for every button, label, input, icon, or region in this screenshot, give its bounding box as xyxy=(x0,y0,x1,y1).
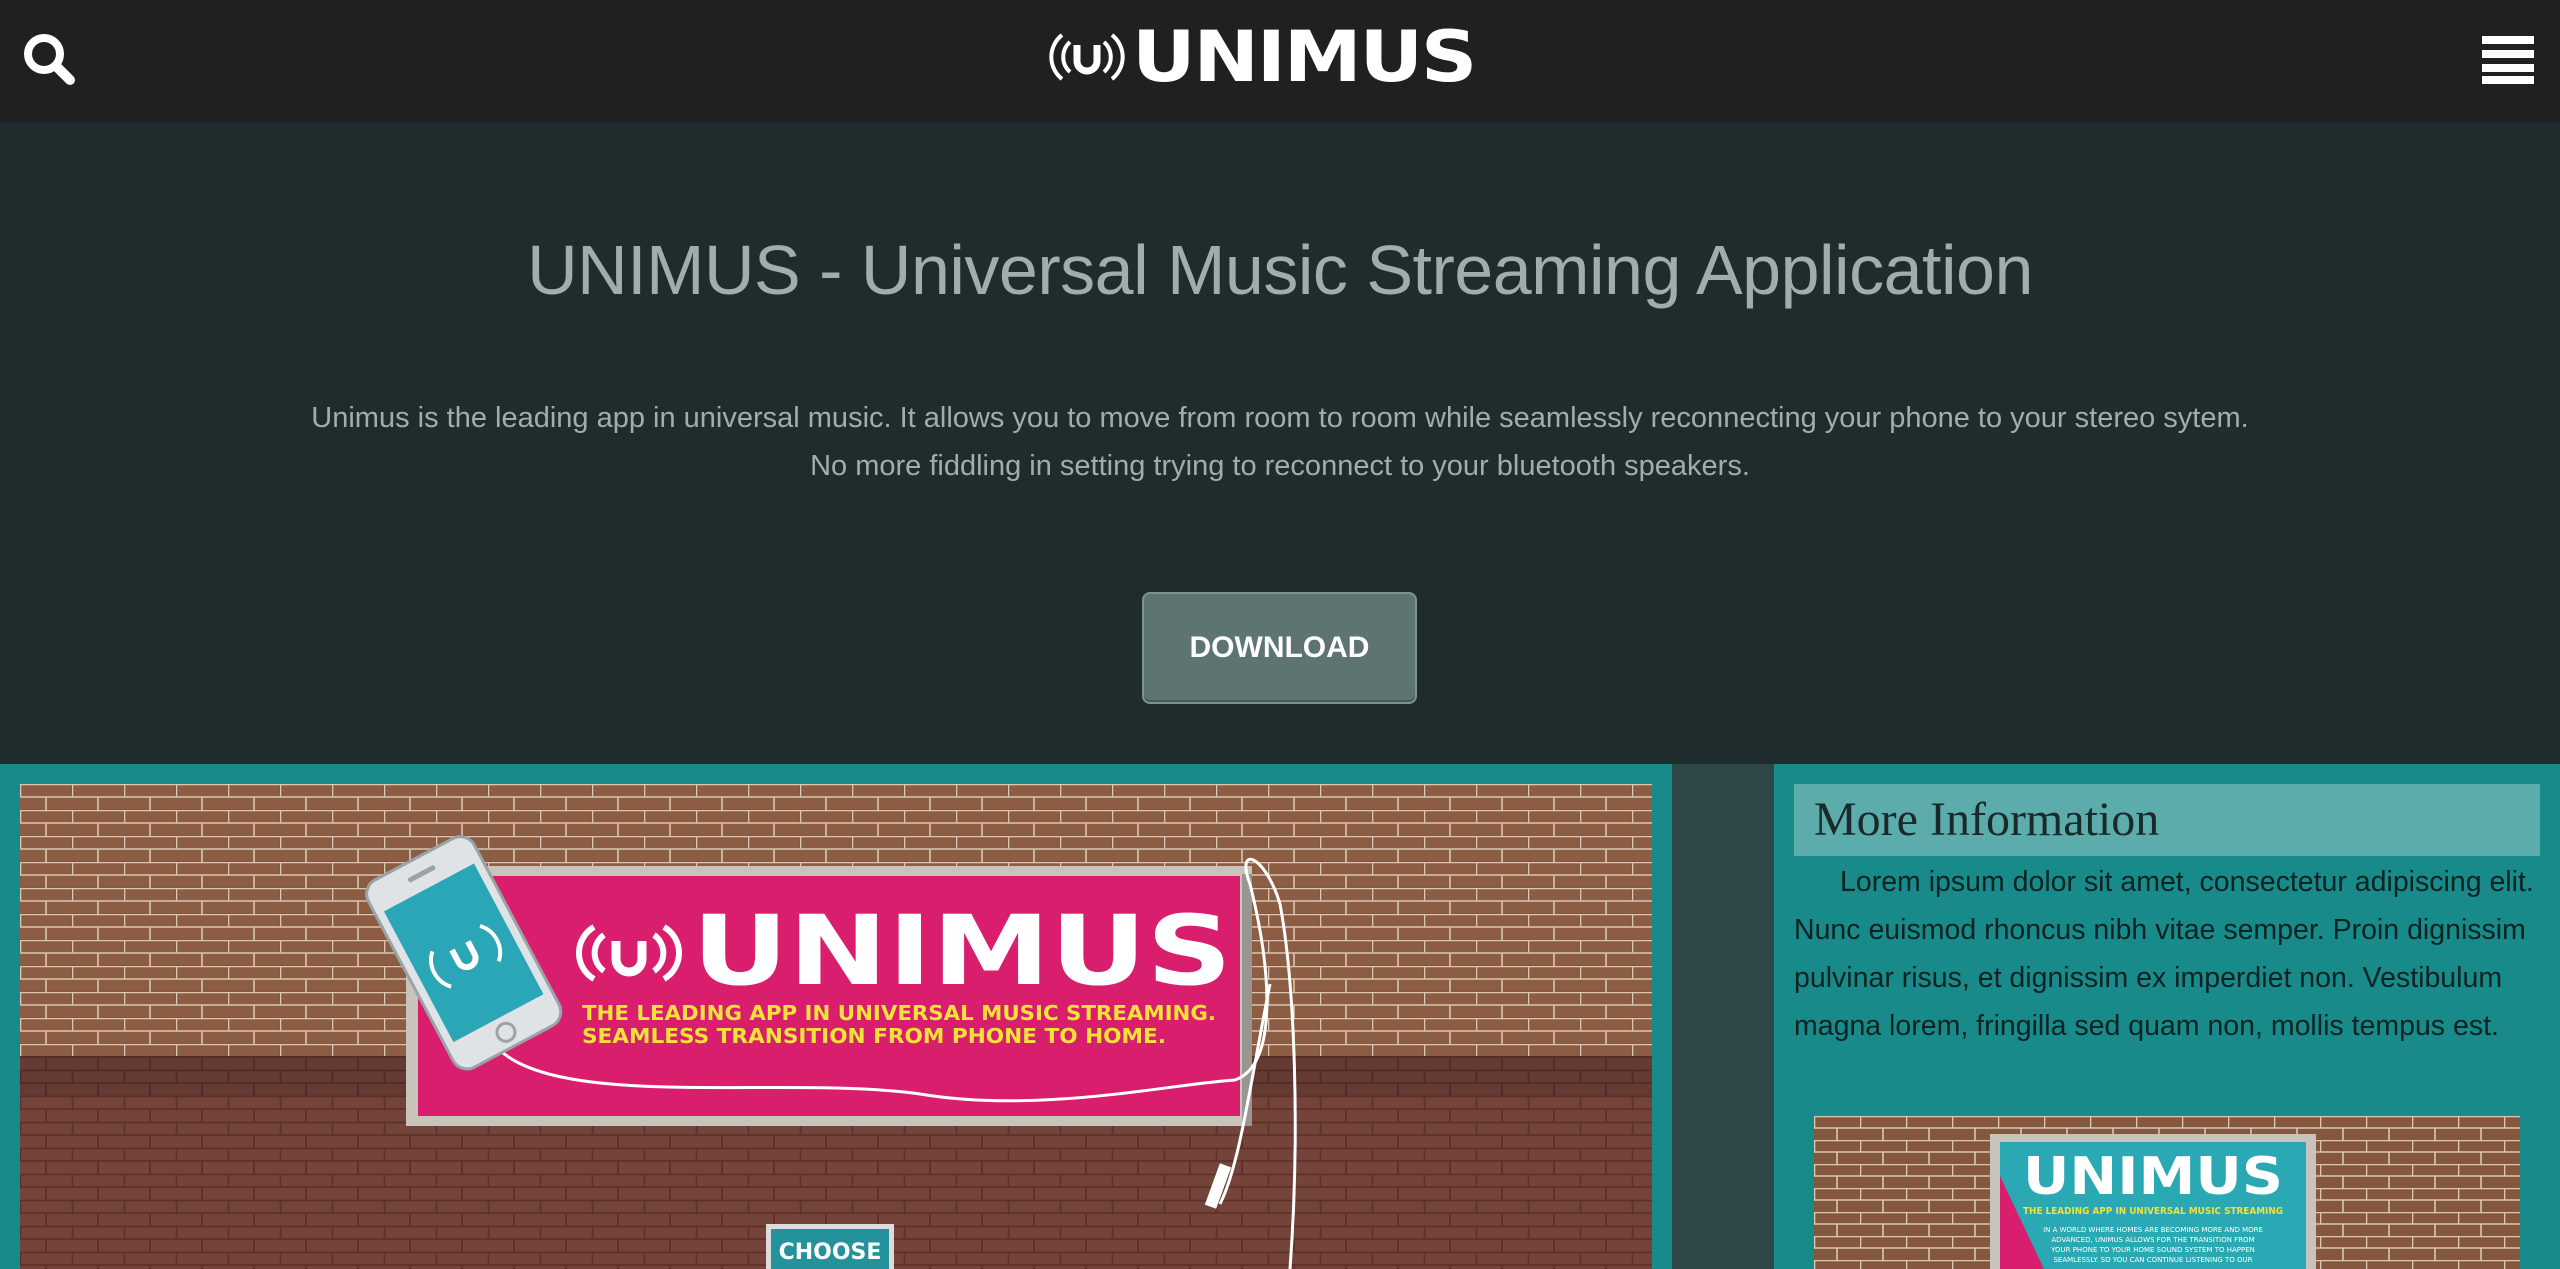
hamburger-menu-icon xyxy=(2482,36,2534,84)
poster-body-line-2: ADVANCED, UNIMUS ALLOWS FOR THE TRANSITI… xyxy=(2051,1236,2254,1244)
page-title: UNIMUS - Universal Music Streaming Appli… xyxy=(527,231,2033,309)
more-information-panel: More Information Lorem ipsum dolor sit a… xyxy=(1774,764,2560,1269)
download-button[interactable]: DOWNLOAD xyxy=(1142,592,1417,704)
search-icon xyxy=(24,34,75,85)
poster-logo-text: UNIMUS xyxy=(2023,1147,2283,1207)
poster-tagline: THE LEADING APP IN UNIVERSAL MUSIC STREA… xyxy=(2023,1206,2283,1217)
broadcast-logo-icon xyxy=(1049,33,1125,81)
billboard-tagline-1: THE LEADING APP IN UNIVERSAL MUSIC STREA… xyxy=(582,1001,1216,1025)
poster-image: UNIMUS THE LEADING APP IN UNIVERSAL MUSI… xyxy=(1814,1116,2520,1269)
poster-body-line-4: SEAMLESSLY. SO YOU CAN CONTINUE LISTENIN… xyxy=(2053,1256,2252,1264)
billboard-choose-text: CHOOSE xyxy=(779,1240,882,1265)
hero-description: Unimus is the leading app in universal m… xyxy=(311,402,2249,482)
logo-wordmark: UNIMUS xyxy=(1132,16,1477,98)
search-button[interactable] xyxy=(20,30,78,88)
poster-body-line-3: YOUR PHONE TO YOUR HOME SOUND SYSTEM TO … xyxy=(2050,1246,2255,1254)
sidebar-body-text: Lorem ipsum dolor sit amet, consectetur … xyxy=(1794,866,2534,1042)
site-logo[interactable]: UNIMUS xyxy=(1048,22,1477,92)
billboard-tagline-2: SEAMLESS TRANSITION FROM PHONE TO HOME. xyxy=(582,1024,1166,1048)
billboard-logo-text: UNIMUS xyxy=(692,895,1232,1007)
main-panel: UNIMUS THE LEADING APP IN UNIVERSAL MUSI… xyxy=(0,764,1672,1269)
billboard-image: UNIMUS THE LEADING APP IN UNIVERSAL MUSI… xyxy=(20,784,1652,1269)
poster-body-line-1: IN A WORLD WHERE HOMES ARE BECOMING MORE… xyxy=(2043,1226,2263,1234)
sidebar-heading: More Information xyxy=(1794,784,2540,856)
top-navbar: UNIMUS xyxy=(0,0,2560,122)
hero-section: UNIMUS - Universal Music Streaming Appli… xyxy=(0,122,2560,764)
menu-button[interactable] xyxy=(2482,34,2534,84)
content-area: UNIMUS THE LEADING APP IN UNIVERSAL MUSI… xyxy=(0,764,2560,1269)
